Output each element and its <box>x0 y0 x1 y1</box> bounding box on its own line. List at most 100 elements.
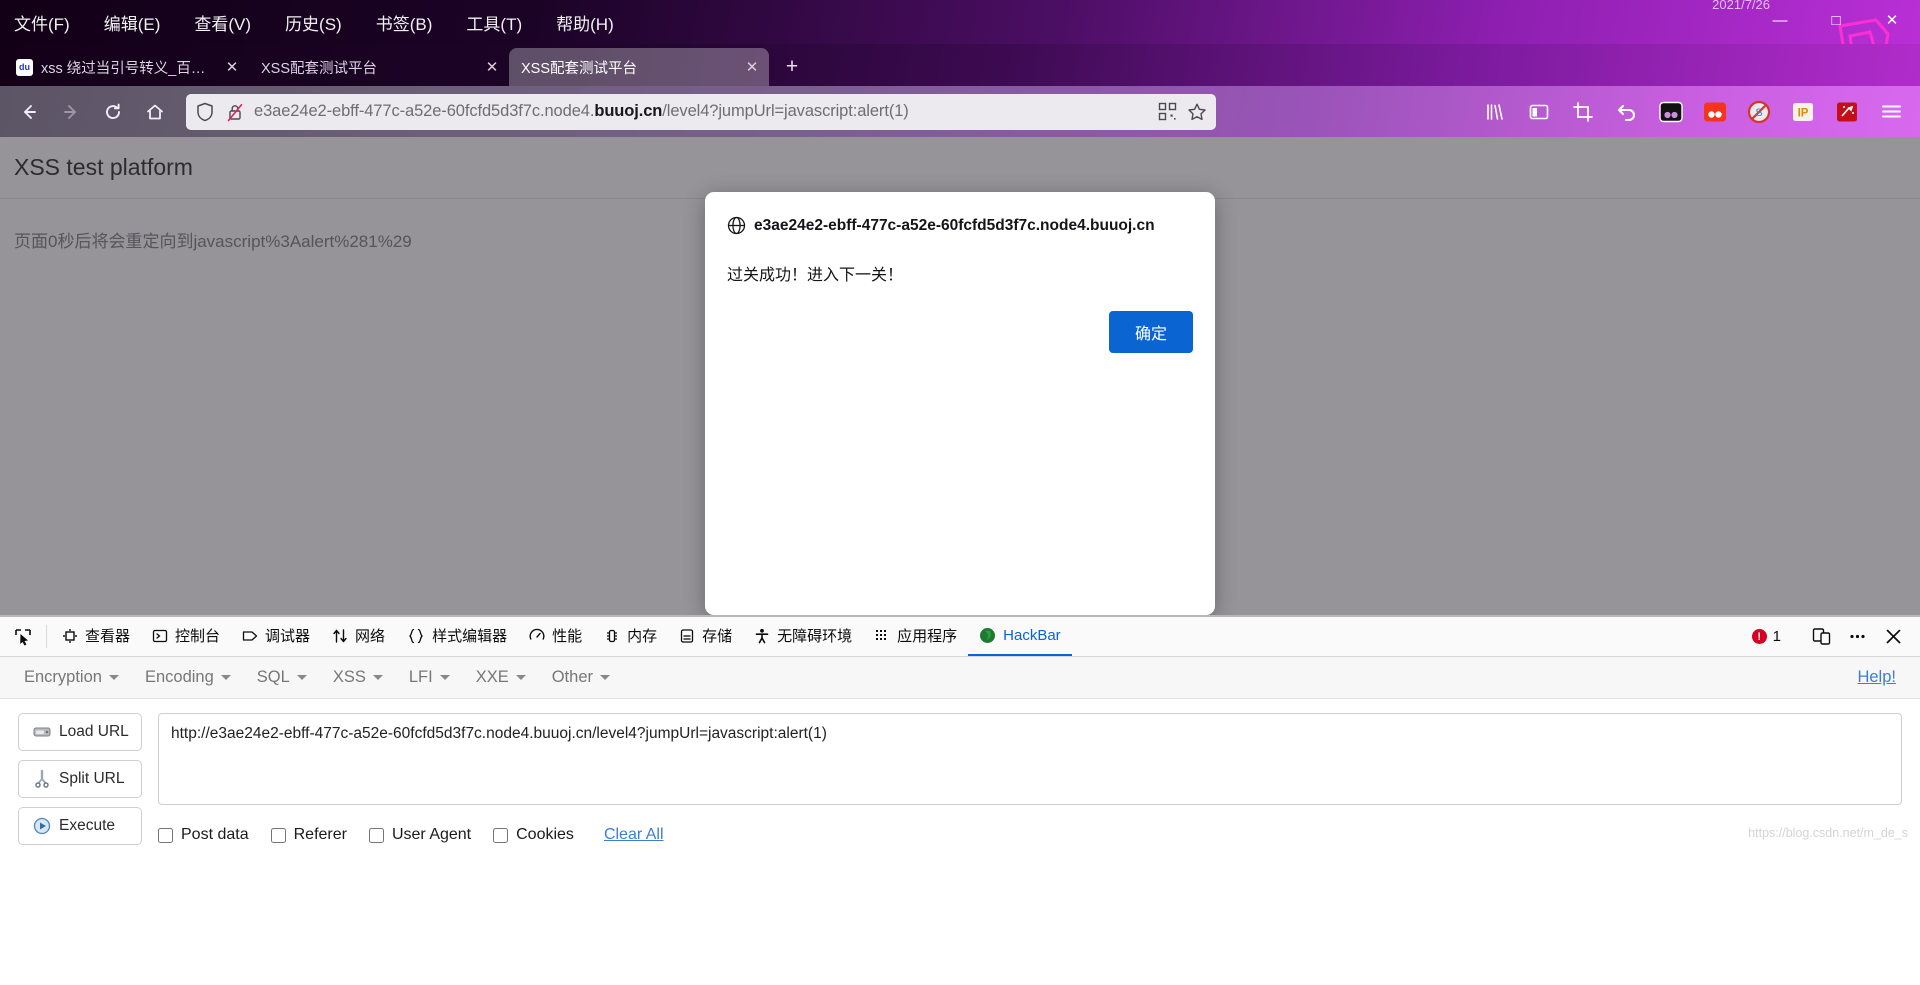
chevron-down-icon <box>600 675 610 680</box>
more-options-icon <box>1849 634 1865 639</box>
hackbar-menu-xxe[interactable]: XXE <box>466 664 536 691</box>
tab-close-icon[interactable]: ✕ <box>481 56 503 78</box>
tab-close-icon[interactable]: ✕ <box>221 56 243 78</box>
hackbar-help-link[interactable]: Help! <box>1857 668 1906 687</box>
option-referer[interactable]: Referer <box>270 826 347 844</box>
referer-checkbox[interactable] <box>270 827 286 843</box>
execute-button[interactable]: Execute <box>18 807 142 845</box>
devtools-right-controls: ! 1 <box>1742 617 1920 656</box>
devtools-tab-debugger[interactable]: 调试器 <box>231 617 321 656</box>
sidebar-icon[interactable] <box>1524 97 1554 127</box>
load-url-button[interactable]: Load URL <box>18 713 142 751</box>
devtools-tab-memory[interactable]: 内存 <box>593 617 668 656</box>
responsive-design-button[interactable] <box>1804 620 1838 654</box>
hackbar-menu-encoding[interactable]: Encoding <box>135 664 241 691</box>
url-text[interactable]: e3ae24e2-ebff-477c-a52e-60fcfd5d3f7c.nod… <box>254 102 1148 121</box>
devtools-tab-label: 无障碍环境 <box>777 628 853 645</box>
browser-tab-1[interactable]: du xss 绕过当引号转义_百度搜索 ✕ <box>4 48 249 86</box>
devtools-tab-label: 网络 <box>355 628 386 645</box>
globe-icon <box>727 216 746 235</box>
cookies-checkbox[interactable] <box>493 827 509 843</box>
ip-indicator-icon[interactable]: IP <box>1788 97 1818 127</box>
menu-item-help[interactable]: 帮助(H) <box>550 7 620 38</box>
insecure-connection-lock-icon[interactable] <box>224 101 246 123</box>
hackbar-menu-encryption[interactable]: Encryption <box>14 664 129 691</box>
devtools-tabbar: 查看器 控制台 调试器 网络 样式编辑器 性能 内存 存储 无障碍环境 应用程序… <box>0 617 1920 657</box>
hackbar-options-row: Post data Referer User Agent Cookies Cle… <box>158 826 1902 844</box>
chevron-down-icon <box>439 675 450 680</box>
tab-title: XSS配套测试平台 <box>521 60 638 77</box>
option-label: Cookies <box>516 826 574 843</box>
hackbar-menu-xss[interactable]: XSS <box>323 664 393 691</box>
menu-bar: 文件(F) 编辑(E) 查看(V) 历史(S) 书签(B) 工具(T) 帮助(H… <box>0 7 620 38</box>
maximize-button[interactable]: □ <box>1808 0 1864 40</box>
library-icon[interactable] <box>1480 97 1510 127</box>
menu-label: XXE <box>475 668 509 686</box>
noscript-icon[interactable]: S <box>1744 97 1774 127</box>
element-picker-button[interactable] <box>4 617 42 656</box>
qr-reader-icon[interactable] <box>1156 101 1178 123</box>
menu-item-edit[interactable]: 编辑(E) <box>98 7 167 38</box>
devtools-tab-inspector[interactable]: 查看器 <box>51 617 141 656</box>
menu-item-history[interactable]: 历史(S) <box>279 7 348 38</box>
devtools-tab-application[interactable]: 应用程序 <box>863 617 968 656</box>
devtools-tab-accessibility[interactable]: 无障碍环境 <box>743 617 863 656</box>
option-label: Referer <box>293 826 347 843</box>
menu-item-view[interactable]: 查看(V) <box>188 7 257 38</box>
menu-label: LFI <box>408 668 433 686</box>
split-url-button[interactable]: Split URL <box>18 760 142 798</box>
wappalyzer-icon[interactable] <box>1832 97 1862 127</box>
option-user-agent[interactable]: User Agent <box>368 826 471 844</box>
devtools-tab-style-editor[interactable]: 样式编辑器 <box>396 617 518 656</box>
bookmark-star-icon[interactable] <box>1186 101 1208 123</box>
close-devtools-button[interactable] <box>1876 620 1910 654</box>
close-window-button[interactable]: ✕ <box>1864 0 1920 40</box>
address-bar[interactable]: e3ae24e2-ebff-477c-a52e-60fcfd5d3f7c.nod… <box>186 93 1216 130</box>
devtools-tab-hackbar[interactable]: HackBar <box>968 617 1072 656</box>
devtools-tab-performance[interactable]: 性能 <box>518 617 593 656</box>
hamburger-menu-icon[interactable] <box>1876 97 1906 127</box>
tracking-protection-shield-icon[interactable] <box>194 101 216 123</box>
option-post-data[interactable]: Post data <box>158 826 249 844</box>
new-tab-button[interactable]: + <box>775 50 809 84</box>
devtools-tab-network[interactable]: 网络 <box>321 617 396 656</box>
dialog-ok-button[interactable]: 确定 <box>1108 311 1193 353</box>
back-button[interactable] <box>10 93 48 131</box>
browser-tab-3-active[interactable]: XSS配套测试平台 ✕ <box>509 48 769 86</box>
undo-icon[interactable] <box>1612 97 1642 127</box>
browser-tab-2[interactable]: XSS配套测试平台 ✕ <box>249 48 509 86</box>
hackbar-menu-sql[interactable]: SQL <box>247 664 317 691</box>
post-data-checkbox[interactable] <box>158 827 173 843</box>
devtools-tab-console[interactable]: 控制台 <box>141 617 231 656</box>
menu-item-file[interactable]: 文件(F) <box>8 7 76 38</box>
menu-item-bookmarks[interactable]: 书签(B) <box>370 7 439 38</box>
hackbar-menu-other[interactable]: Other <box>542 664 620 691</box>
dialog-actions: 确定 <box>727 311 1193 353</box>
button-label: Execute <box>59 817 116 834</box>
screenshot-crop-icon[interactable] <box>1568 97 1598 127</box>
hackbar-menu-lfi[interactable]: LFI <box>399 664 460 691</box>
cookie-editor-icon[interactable] <box>1656 97 1686 127</box>
error-counter[interactable]: ! 1 <box>1742 628 1791 645</box>
devtools-tab-label: 调试器 <box>265 628 311 645</box>
button-label: Split URL <box>59 770 125 787</box>
forward-button[interactable] <box>52 93 90 131</box>
application-icon <box>876 629 887 640</box>
chevron-down-icon <box>108 675 119 680</box>
devtools-tab-storage[interactable]: 存储 <box>668 617 743 656</box>
extension-red-icon[interactable] <box>1700 97 1730 127</box>
reload-button[interactable] <box>94 93 132 131</box>
url-suffix: /level4?jumpUrl=javascript:alert(1) <box>662 102 909 120</box>
menu-item-tools[interactable]: 工具(T) <box>460 7 528 38</box>
option-cookies[interactable]: Cookies <box>493 826 574 844</box>
hackbar-url-textarea[interactable] <box>158 713 1902 805</box>
minimize-button[interactable]: — <box>1752 0 1808 40</box>
tab-close-icon[interactable]: ✕ <box>741 56 763 78</box>
more-options-button[interactable] <box>1840 620 1874 654</box>
clear-all-link[interactable]: Clear All <box>604 826 664 844</box>
user-agent-checkbox[interactable] <box>368 827 384 843</box>
error-count-label: 1 <box>1772 628 1781 645</box>
debugger-icon <box>242 630 258 641</box>
hackbar-menubar: Encryption Encoding SQL XSS LFI XXE Othe… <box>0 657 1920 699</box>
home-button[interactable] <box>136 93 174 131</box>
